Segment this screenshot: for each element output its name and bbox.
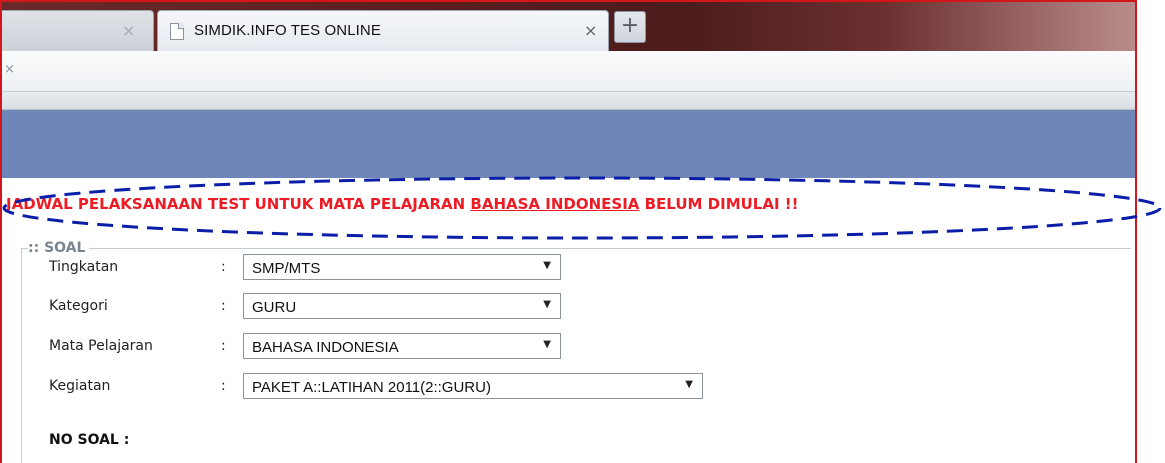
dropdown-arrow-icon: ▼	[543, 299, 551, 310]
stop-icon[interactable]: ×	[4, 62, 15, 77]
select-value: BAHASA INDONESIA	[252, 339, 399, 356]
field-label: Kategori	[49, 298, 108, 314]
no-soal-label: NO SOAL :	[49, 432, 130, 448]
kegiatan-select[interactable]: PAKET A::LATIHAN 2011(2::GURU) ▼	[243, 373, 703, 399]
tab-active[interactable]: SIMDIK.INFO TES ONLINE ×	[157, 10, 609, 51]
tingkatan-select[interactable]: SMP/MTS ▼	[243, 254, 561, 280]
document-icon	[170, 23, 184, 40]
schedule-alert: JADWAL PELAKSANAAN TEST UNTUK MATA PELAJ…	[6, 195, 798, 213]
field-colon: :	[221, 378, 226, 394]
select-value: GURU	[252, 299, 297, 316]
field-colon: :	[221, 298, 226, 314]
close-icon[interactable]: ×	[584, 21, 597, 40]
kategori-select[interactable]: GURU ▼	[243, 293, 561, 319]
page-header-band	[2, 110, 1135, 178]
bookmarks-bar	[2, 92, 1135, 110]
field-colon: :	[221, 259, 226, 275]
plus-icon: +	[620, 13, 640, 38]
address-bar[interactable]: ×	[2, 51, 1135, 92]
field-label: Mata Pelajaran	[49, 338, 153, 354]
tab-title: SIMDIK.INFO TES ONLINE	[194, 22, 381, 39]
field-label: Kegiatan	[49, 378, 111, 394]
alert-prefix: JADWAL PELAKSANAAN TEST UNTUK MATA PELAJ…	[6, 195, 471, 213]
alert-suffix: BELUM DIMULAI !!	[639, 195, 799, 213]
dropdown-arrow-icon: ▼	[543, 339, 551, 350]
new-tab-button[interactable]: +	[614, 11, 646, 43]
tab-strip: × SIMDIK.INFO TES ONLINE × +	[2, 2, 1135, 51]
alert-subject: BAHASA INDONESIA	[470, 195, 640, 213]
tab-inactive[interactable]: ×	[2, 10, 154, 51]
dropdown-arrow-icon: ▼	[685, 379, 693, 390]
dropdown-arrow-icon: ▼	[543, 260, 551, 271]
fieldset-legend: :: SOAL	[28, 240, 90, 256]
soal-fieldset	[21, 248, 1131, 463]
close-icon[interactable]: ×	[122, 21, 135, 40]
select-value: SMP/MTS	[252, 260, 321, 277]
select-value: PAKET A::LATIHAN 2011(2::GURU)	[252, 379, 491, 396]
field-label: Tingkatan	[49, 259, 119, 275]
browser-window: × SIMDIK.INFO TES ONLINE × + × :: SOAL T…	[0, 0, 1137, 463]
field-colon: :	[221, 338, 226, 354]
mata-pelajaran-select[interactable]: BAHASA INDONESIA ▼	[243, 333, 561, 359]
